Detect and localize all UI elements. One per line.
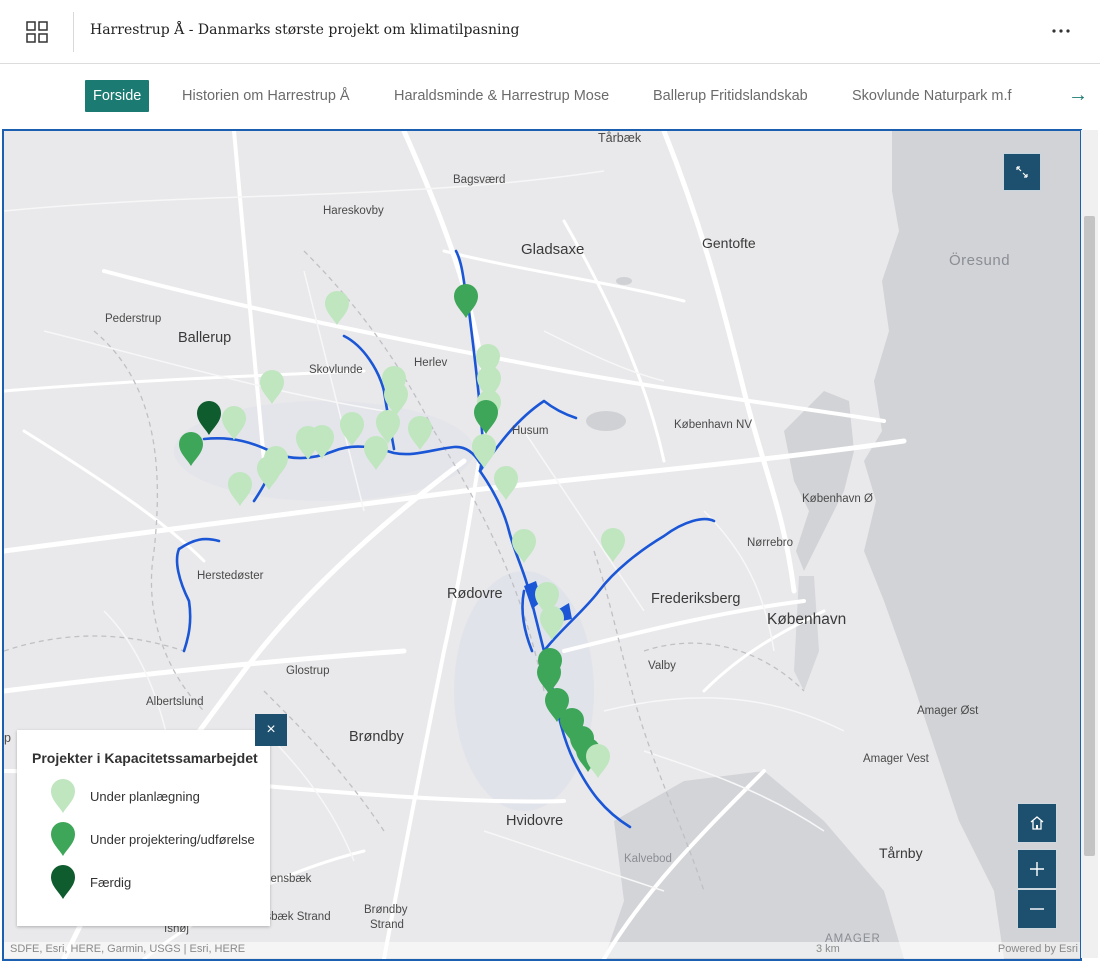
tab-historien[interactable]: Historien om Harrestrup Å bbox=[182, 80, 350, 112]
tab-skovlunde[interactable]: Skovlunde Naturpark m.f bbox=[852, 80, 1016, 112]
attribution-text: SDFE, Esri, HERE, Garmin, USGS | Esri, H… bbox=[10, 943, 246, 955]
scrollbar[interactable] bbox=[1081, 130, 1098, 958]
app-title: Harrestrup Å - Danmarks største projekt … bbox=[90, 22, 520, 38]
legend-item-planning: Under planlægning bbox=[50, 776, 200, 816]
legend-item-done: Færdig bbox=[50, 862, 131, 902]
map-legend: Projekter i Kapacitetssamarbejdet Under … bbox=[17, 730, 270, 926]
marker-icon bbox=[51, 822, 75, 856]
map-controls bbox=[1017, 803, 1057, 929]
legend-item-in-progress: Under projektering/udførelse bbox=[50, 819, 255, 859]
plus-icon[interactable] bbox=[1017, 849, 1057, 889]
legend-label: Under projektering/udførelse bbox=[90, 831, 255, 847]
project-marker-planning[interactable] bbox=[228, 472, 252, 506]
home-icon[interactable] bbox=[1017, 803, 1057, 843]
legend-title: Projekter i Kapacitetssamarbejdet bbox=[32, 750, 258, 766]
next-arrow-icon[interactable]: → bbox=[1068, 84, 1088, 107]
project-marker-planning[interactable] bbox=[340, 412, 364, 446]
expand-icon[interactable] bbox=[1003, 153, 1041, 191]
scrollbar-thumb[interactable] bbox=[1084, 216, 1095, 856]
powered-by[interactable]: Powered by Esri bbox=[998, 943, 1078, 955]
tab-forside[interactable]: Forside bbox=[85, 80, 150, 112]
marker-icon bbox=[51, 779, 75, 813]
legend-label: Færdig bbox=[90, 874, 132, 890]
header-divider bbox=[73, 12, 74, 52]
map-attribution: SDFE, Esri, HERE, Garmin, USGS | Esri, H… bbox=[4, 942, 1080, 958]
project-marker-planning[interactable] bbox=[364, 436, 388, 470]
more-horizontal-icon[interactable] bbox=[1048, 20, 1074, 42]
project-marker-planning[interactable] bbox=[408, 416, 432, 450]
project-marker-planning[interactable] bbox=[260, 370, 284, 404]
section-nav: Forside Historien om Harrestrup Å Harald… bbox=[0, 64, 1100, 128]
tab-ballerup[interactable]: Ballerup Fritidslandskab bbox=[653, 80, 808, 112]
project-marker-planning[interactable] bbox=[586, 744, 610, 778]
project-marker-planning[interactable] bbox=[512, 529, 536, 563]
grid-icon[interactable] bbox=[16, 12, 58, 52]
tab-haraldsminde[interactable]: Haraldsminde & Harrestrup Mose bbox=[394, 80, 609, 112]
project-marker-planning[interactable] bbox=[472, 434, 496, 468]
app-header: Harrestrup Å - Danmarks største projekt … bbox=[0, 0, 1100, 64]
project-marker-planning[interactable] bbox=[222, 406, 246, 440]
close-icon[interactable]: × bbox=[255, 714, 287, 746]
project-marker-planning[interactable] bbox=[540, 606, 564, 640]
project-marker-planning[interactable] bbox=[310, 425, 334, 459]
project-marker-planning[interactable] bbox=[325, 291, 349, 325]
project-marker-done[interactable] bbox=[197, 401, 221, 435]
marker-icon bbox=[51, 865, 75, 899]
project-marker-planning[interactable] bbox=[494, 466, 518, 500]
project-marker-in-progress[interactable] bbox=[454, 284, 478, 318]
legend-label: Under planlægning bbox=[90, 788, 200, 804]
project-marker-planning[interactable] bbox=[601, 528, 625, 562]
minus-icon[interactable] bbox=[1017, 889, 1057, 929]
scale-bar: 3 km bbox=[816, 943, 840, 955]
project-marker-in-progress[interactable] bbox=[474, 400, 498, 434]
project-marker-in-progress[interactable] bbox=[179, 432, 203, 466]
